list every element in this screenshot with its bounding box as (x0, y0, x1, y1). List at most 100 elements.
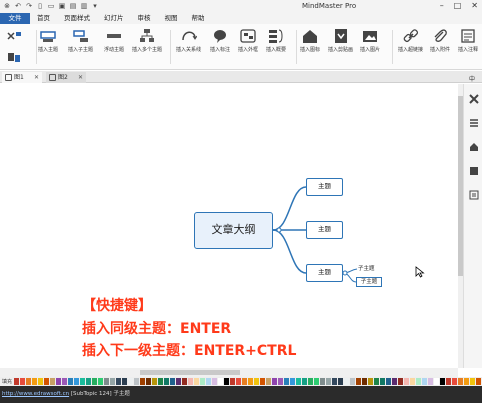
color-swatch[interactable] (344, 378, 349, 385)
color-swatch[interactable] (182, 378, 187, 385)
color-swatch[interactable] (464, 378, 469, 385)
color-swatch[interactable] (236, 378, 241, 385)
color-swatch[interactable] (368, 378, 373, 385)
color-swatch[interactable] (104, 378, 109, 385)
color-swatch[interactable] (260, 378, 265, 385)
color-swatch[interactable] (50, 378, 55, 385)
color-swatch[interactable] (272, 378, 277, 385)
color-swatch[interactable] (206, 378, 211, 385)
color-swatch[interactable] (314, 378, 319, 385)
color-swatch[interactable] (38, 378, 43, 385)
main-topic-3[interactable]: 主题 (306, 264, 343, 282)
subtopic-1[interactable]: 子主题 (358, 264, 375, 272)
color-swatch[interactable] (32, 378, 37, 385)
color-swatch[interactable] (452, 378, 457, 385)
color-swatch[interactable] (476, 378, 481, 385)
color-swatch[interactable] (74, 378, 79, 385)
color-swatch[interactable] (422, 378, 427, 385)
color-palette: 填充 (0, 377, 482, 386)
color-swatch[interactable] (434, 378, 439, 385)
annotation-shortcut-child: 插入下一级主题：ENTER+CTRL (82, 343, 297, 359)
color-swatch[interactable] (230, 378, 235, 385)
color-swatch[interactable] (410, 378, 415, 385)
color-swatch[interactable] (254, 378, 259, 385)
color-swatch[interactable] (308, 378, 313, 385)
color-swatch[interactable] (428, 378, 433, 385)
color-swatch[interactable] (224, 378, 229, 385)
task-panel-icon[interactable] (469, 190, 479, 200)
color-swatch[interactable] (398, 378, 403, 385)
color-swatch[interactable] (362, 378, 367, 385)
color-swatch[interactable] (218, 378, 223, 385)
panel-label: 中 (469, 76, 476, 83)
color-swatch[interactable] (290, 378, 295, 385)
color-swatch[interactable] (134, 378, 139, 385)
color-swatch[interactable] (320, 378, 325, 385)
main-topic-1[interactable]: 主题 (306, 178, 343, 196)
color-swatch[interactable] (122, 378, 127, 385)
main-topic-2[interactable]: 主题 (306, 221, 343, 239)
color-swatch[interactable] (170, 378, 175, 385)
color-swatch[interactable] (146, 378, 151, 385)
color-swatch[interactable] (26, 378, 31, 385)
color-swatch[interactable] (80, 378, 85, 385)
color-swatch[interactable] (374, 378, 379, 385)
home-panel-icon[interactable] (469, 142, 479, 152)
color-swatch[interactable] (278, 378, 283, 385)
color-swatch[interactable] (44, 378, 49, 385)
color-swatch[interactable] (128, 378, 133, 385)
color-swatch[interactable] (140, 378, 145, 385)
status-bar: http://www.edrawsoft.cn [SubTopic 124] 子… (0, 386, 482, 403)
color-swatch[interactable] (332, 378, 337, 385)
color-swatch[interactable] (110, 378, 115, 385)
horizontal-scrollbar[interactable] (0, 368, 458, 377)
color-swatch[interactable] (350, 378, 355, 385)
color-swatch[interactable] (356, 378, 361, 385)
color-swatch[interactable] (62, 378, 67, 385)
color-swatch[interactable] (200, 378, 205, 385)
color-swatch[interactable] (14, 378, 19, 385)
color-swatch[interactable] (98, 378, 103, 385)
color-swatch[interactable] (164, 378, 169, 385)
color-swatch[interactable] (116, 378, 121, 385)
color-swatch[interactable] (86, 378, 91, 385)
website-link[interactable]: http://www.edrawsoft.cn (2, 391, 69, 397)
color-swatch[interactable] (68, 378, 73, 385)
color-swatch[interactable] (212, 378, 217, 385)
right-side-panel: 中 (463, 76, 482, 368)
color-swatch[interactable] (302, 378, 307, 385)
color-swatch[interactable] (242, 378, 247, 385)
palette-label: 填充 (2, 379, 13, 385)
color-swatch[interactable] (440, 378, 445, 385)
format-icon[interactable] (469, 94, 479, 104)
color-swatch[interactable] (92, 378, 97, 385)
status-info: [SubTopic 124] (70, 391, 112, 397)
mouse-cursor-icon (415, 266, 425, 278)
color-swatch[interactable] (194, 378, 199, 385)
color-swatch[interactable] (470, 378, 475, 385)
color-swatch[interactable] (158, 378, 163, 385)
color-swatch[interactable] (338, 378, 343, 385)
clipart-panel-icon[interactable] (469, 166, 479, 176)
color-swatch[interactable] (20, 378, 25, 385)
color-swatch[interactable] (386, 378, 391, 385)
subtopic-2-selected[interactable]: 子主题 (356, 277, 382, 287)
color-swatch[interactable] (152, 378, 157, 385)
color-swatch[interactable] (326, 378, 331, 385)
color-swatch[interactable] (176, 378, 181, 385)
color-swatch[interactable] (458, 378, 463, 385)
color-swatch[interactable] (188, 378, 193, 385)
color-swatch[interactable] (284, 378, 289, 385)
color-swatch[interactable] (266, 378, 271, 385)
outline-icon[interactable] (469, 118, 479, 128)
color-swatch[interactable] (404, 378, 409, 385)
color-swatch[interactable] (248, 378, 253, 385)
color-swatch[interactable] (380, 378, 385, 385)
color-swatch[interactable] (296, 378, 301, 385)
annotation-title: 【快捷键】 (82, 298, 152, 314)
central-topic[interactable]: 文章大纲 (194, 212, 273, 249)
color-swatch[interactable] (56, 378, 61, 385)
color-swatch[interactable] (446, 378, 451, 385)
color-swatch[interactable] (392, 378, 397, 385)
color-swatch[interactable] (416, 378, 421, 385)
